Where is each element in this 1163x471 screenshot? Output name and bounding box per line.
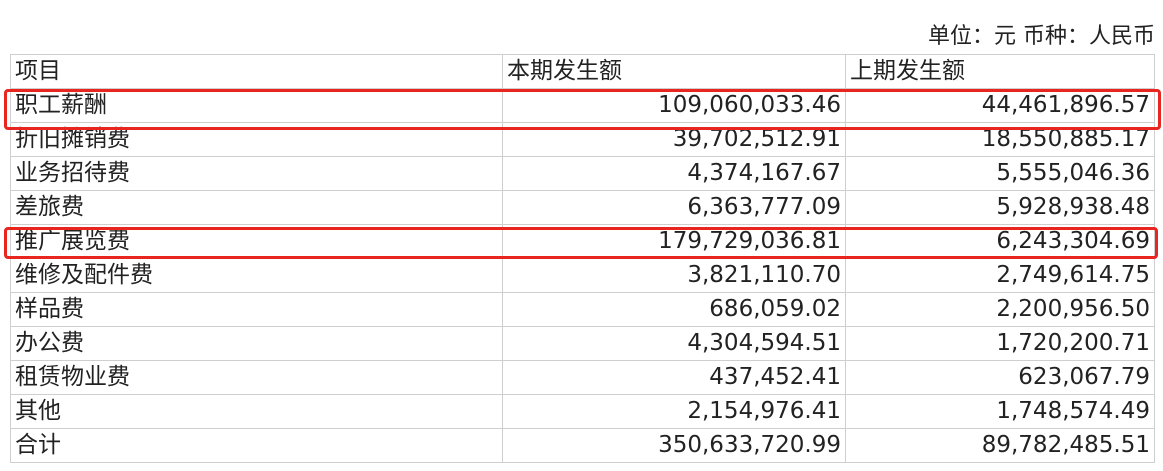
- table-row: 办公费 4,304,594.51 1,720,200.71: [10, 326, 1155, 361]
- table-row: 差旅费 6,363,777.09 5,928,938.48: [10, 190, 1155, 225]
- row-current-amount: 6,363,777.09: [502, 190, 846, 225]
- row-item-label: 业务招待费: [10, 156, 503, 191]
- row-item-label: 租赁物业费: [10, 360, 503, 395]
- table-row: 租赁物业费 437,452.41 623,067.79: [10, 360, 1155, 395]
- table-row: 折旧摊销费 39,702,512.91 18,550,885.17: [10, 122, 1155, 157]
- row-current-amount: 4,374,167.67: [502, 156, 846, 191]
- row-item-label: 办公费: [10, 326, 503, 361]
- row-current-amount: 179,729,036.81: [502, 224, 846, 259]
- expense-table: 项目 本期发生额 上期发生额 职工薪酬 109,060,033.46 44,461,…: [10, 54, 1155, 463]
- row-item-label: 合计: [10, 428, 503, 463]
- row-item-label: 差旅费: [10, 190, 503, 225]
- header-current-period: 本期发生额: [502, 54, 846, 89]
- row-previous-amount: 89,782,485.51: [845, 428, 1155, 463]
- row-current-amount: 350,633,720.99: [502, 428, 846, 463]
- row-previous-amount: 2,749,614.75: [845, 258, 1155, 293]
- table-row: 业务招待费 4,374,167.67 5,555,046.36: [10, 156, 1155, 191]
- row-previous-amount: 1,748,574.49: [845, 394, 1155, 429]
- header-previous-period: 上期发生额: [845, 54, 1155, 89]
- table-header-row: 项目 本期发生额 上期发生额: [10, 54, 1155, 89]
- table-row: 维修及配件费 3,821,110.70 2,749,614.75: [10, 258, 1155, 293]
- row-current-amount: 3,821,110.70: [502, 258, 846, 293]
- row-previous-amount: 44,461,896.57: [845, 88, 1155, 123]
- row-previous-amount: 5,555,046.36: [845, 156, 1155, 191]
- table-row: 职工薪酬 109,060,033.46 44,461,896.57: [10, 88, 1155, 123]
- table-row: 其他 2,154,976.41 1,748,574.49: [10, 394, 1155, 429]
- row-previous-amount: 1,720,200.71: [845, 326, 1155, 361]
- row-current-amount: 2,154,976.41: [502, 394, 846, 429]
- row-previous-amount: 6,243,304.69: [845, 224, 1155, 259]
- table-row: 样品费 686,059.02 2,200,956.50: [10, 292, 1155, 327]
- row-previous-amount: 2,200,956.50: [845, 292, 1155, 327]
- row-previous-amount: 5,928,938.48: [845, 190, 1155, 225]
- unit-label: 单位：元 币种：人民币: [928, 24, 1155, 49]
- row-previous-amount: 623,067.79: [845, 360, 1155, 395]
- row-current-amount: 39,702,512.91: [502, 122, 846, 157]
- row-current-amount: 437,452.41: [502, 360, 846, 395]
- row-item-label: 职工薪酬: [10, 88, 503, 123]
- header-item: 项目: [10, 54, 503, 89]
- row-item-label: 维修及配件费: [10, 258, 503, 293]
- row-current-amount: 109,060,033.46: [502, 88, 846, 123]
- row-item-label: 其他: [10, 394, 503, 429]
- row-previous-amount: 18,550,885.17: [845, 122, 1155, 157]
- table-row: 合计 350,633,720.99 89,782,485.51: [10, 428, 1155, 463]
- row-item-label: 样品费: [10, 292, 503, 327]
- row-item-label: 折旧摊销费: [10, 122, 503, 157]
- row-current-amount: 4,304,594.51: [502, 326, 846, 361]
- row-current-amount: 686,059.02: [502, 292, 846, 327]
- row-item-label: 推广展览费: [10, 224, 503, 259]
- table-row: 推广展览费 179,729,036.81 6,243,304.69: [10, 224, 1155, 259]
